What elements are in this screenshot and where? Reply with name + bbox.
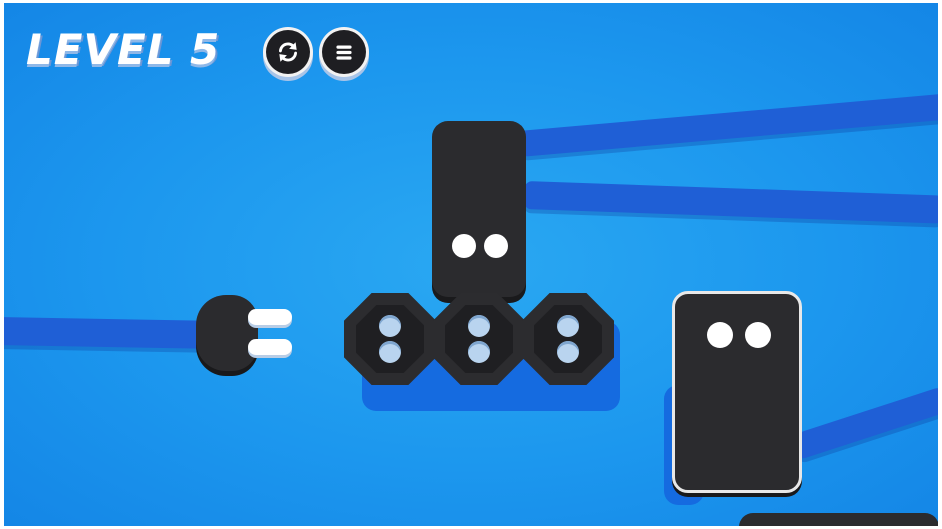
cable-right-lower	[789, 386, 938, 461]
top-plug-pin-left	[452, 234, 476, 258]
socket-middle-hole-bottom	[468, 341, 490, 363]
socket-middle-hole-top	[468, 315, 490, 337]
socket-left-face	[356, 305, 424, 373]
menu-icon	[336, 45, 352, 60]
restart-button[interactable]	[266, 30, 310, 74]
right-plug-block[interactable]	[672, 291, 802, 493]
cable-left	[4, 317, 210, 349]
offscreen-block	[739, 513, 938, 526]
plug-body	[196, 295, 258, 371]
socket-right[interactable]	[522, 293, 614, 385]
socket-left[interactable]	[344, 293, 436, 385]
menu-button[interactable]	[322, 30, 366, 74]
cable-top-lower	[523, 181, 938, 224]
right-plug-pin-left	[707, 322, 733, 348]
socket-left-hole-top	[379, 315, 401, 337]
cable-top-upper	[517, 93, 938, 157]
socket-left-hole-bottom	[379, 341, 401, 363]
restart-icon	[279, 42, 297, 62]
plug-prong-top	[248, 309, 292, 325]
top-plug-block[interactable]	[432, 121, 526, 297]
socket-right-face	[534, 305, 602, 373]
game-viewport: LEVEL 5	[4, 3, 938, 526]
socket-middle[interactable]	[433, 293, 525, 385]
socket-middle-face	[445, 305, 513, 373]
socket-right-hole-bottom	[557, 341, 579, 363]
socket-right-hole-top	[557, 315, 579, 337]
top-plug-pin-right	[484, 234, 508, 258]
outlet-strip	[344, 293, 614, 389]
plug-prong-bottom	[248, 339, 292, 355]
level-title: LEVEL 5	[26, 25, 221, 74]
cable-plug[interactable]	[196, 295, 296, 375]
right-plug-pin-right	[745, 322, 771, 348]
